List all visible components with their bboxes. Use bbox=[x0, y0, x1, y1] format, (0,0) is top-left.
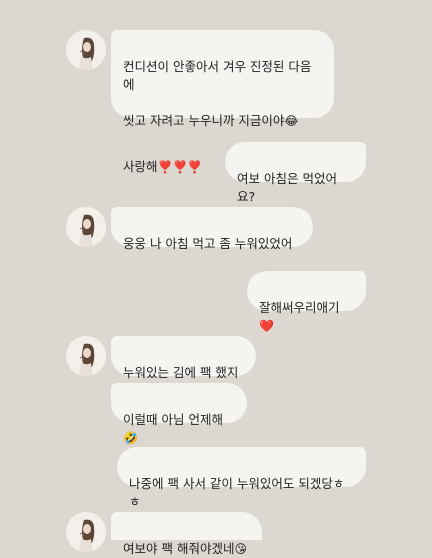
message-bubble-received[interactable]: 웅웅 나 아침 먹고 좀 누워있었어 bbox=[111, 207, 313, 251]
message-text: 이럴때 아님 언제해 bbox=[123, 412, 223, 427]
message-bubble-received[interactable]: 여보야 팩 해줘야겠네😘 bbox=[111, 512, 262, 556]
red-heart-emoji-icon: ❤️ bbox=[259, 319, 274, 333]
message-bubble-sent[interactable]: 잘해써우리애기 ❤️ bbox=[247, 271, 366, 333]
kissing-face-emoji-icon: 😘 bbox=[234, 542, 247, 556]
message-text: 여보야 팩 해줘야겠네 bbox=[123, 541, 235, 556]
message-text: 씻고 자려고 누우니까 지금이야 bbox=[123, 113, 285, 128]
message-bubble-sent[interactable]: 여보 아침은 먹었어요? bbox=[225, 142, 366, 204]
message-bubble-received[interactable]: 누워있는 김에 팩 했지~ bbox=[111, 336, 256, 398]
message-text: 웅웅 나 아침 먹고 좀 누워있었어 bbox=[123, 236, 293, 251]
message-bubble-received[interactable]: 컨디션이 안좋아서 겨우 진정된 다음에 씻고 자려고 누우니까 지금이야😂 사… bbox=[111, 30, 334, 174]
message-text: 잘해써우리애기 bbox=[259, 300, 340, 315]
message-text: 컨디션이 안좋아서 겨우 진정된 다음에 bbox=[123, 59, 312, 92]
partner-avatar[interactable] bbox=[66, 512, 106, 552]
rolling-laughing-emoji-icon: 🤣 bbox=[123, 431, 138, 445]
message-text: 나중에 팩 사서 같이 누워있어도 되겠당ㅎㅎ bbox=[129, 476, 345, 509]
message-bubble-received[interactable]: 이럴때 아님 언제해 🤣 bbox=[111, 383, 247, 445]
partner-avatar[interactable] bbox=[66, 207, 106, 247]
partner-avatar[interactable] bbox=[66, 336, 106, 376]
laughing-tears-emoji-icon: 😂 bbox=[284, 114, 299, 128]
message-text: 사랑해 bbox=[123, 159, 158, 174]
heart-exclamation-emoji-icon: ❣️❣️❣️ bbox=[157, 160, 203, 174]
profile-photo-icon bbox=[66, 30, 106, 70]
profile-photo-icon bbox=[66, 336, 106, 376]
message-text: 여보 아침은 먹었어요? bbox=[237, 171, 337, 204]
profile-photo-icon bbox=[66, 207, 106, 247]
profile-photo-icon bbox=[66, 512, 106, 552]
partner-avatar[interactable] bbox=[66, 30, 106, 70]
message-bubble-sent[interactable]: 나중에 팩 사서 같이 누워있어도 되겠당ㅎㅎ bbox=[117, 447, 366, 509]
